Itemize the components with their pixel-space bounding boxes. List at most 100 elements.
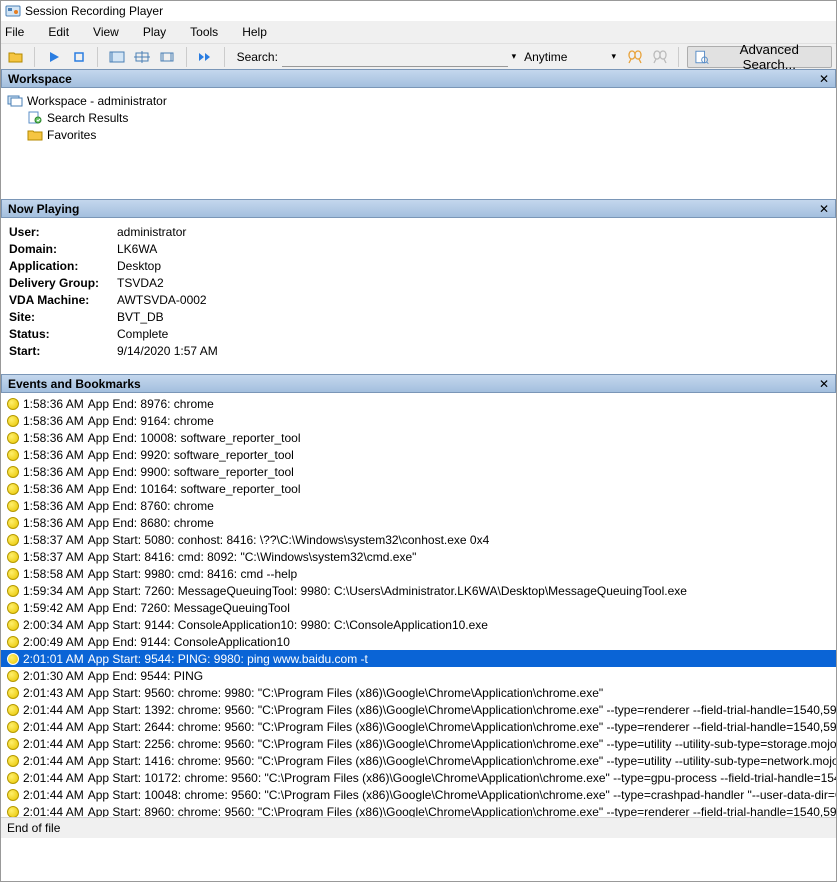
- event-row[interactable]: 1:58:58 AM App Start: 9980: cmd: 8416: c…: [1, 565, 836, 582]
- np-start-label: Start:: [9, 343, 117, 360]
- event-dot-icon: [7, 449, 19, 461]
- event-dot-icon: [7, 772, 19, 784]
- time-filter-dropdown[interactable]: Anytime ▾: [520, 50, 620, 64]
- titlebar: Session Recording Player: [1, 1, 836, 21]
- np-status-value: Complete: [117, 326, 168, 343]
- event-text: App Start: 1392: chrome: 9560: "C:\Progr…: [88, 703, 836, 717]
- event-text: App Start: 5080: conhost: 8416: \??\C:\W…: [88, 533, 490, 547]
- event-row[interactable]: 1:58:36 AM App End: 8680: chrome: [1, 514, 836, 531]
- advanced-search-button[interactable]: Advanced Search...: [687, 46, 832, 68]
- event-text: App End: 8760: chrome: [88, 499, 214, 513]
- event-row[interactable]: 2:01:01 AM App Start: 9544: PING: 9980: …: [1, 650, 836, 667]
- open-button[interactable]: [5, 46, 26, 68]
- play-button[interactable]: [43, 46, 64, 68]
- separator: [97, 47, 98, 67]
- app-icon: [5, 3, 21, 19]
- event-row[interactable]: 1:58:36 AM App End: 8976: chrome: [1, 395, 836, 412]
- event-dot-icon: [7, 517, 19, 529]
- np-application-value: Desktop: [117, 258, 161, 275]
- event-row[interactable]: 2:01:44 AM App Start: 2256: chrome: 9560…: [1, 735, 836, 752]
- event-text: App Start: 8960: chrome: 9560: "C:\Progr…: [88, 805, 836, 818]
- event-row[interactable]: 2:00:49 AM App End: 9144: ConsoleApplica…: [1, 633, 836, 650]
- np-application-label: Application:: [9, 258, 117, 275]
- event-dot-icon: [7, 687, 19, 699]
- event-text: App Start: 1416: chrome: 9560: "C:\Progr…: [88, 754, 836, 768]
- nowplaying-panel-header: Now Playing ✕: [1, 199, 836, 218]
- menu-tools[interactable]: Tools: [190, 25, 218, 39]
- events-list[interactable]: 1:58:36 AM App End: 8976: chrome1:58:36 …: [1, 393, 836, 817]
- event-row[interactable]: 2:01:43 AM App Start: 9560: chrome: 9980…: [1, 684, 836, 701]
- event-row[interactable]: 1:58:37 AM App Start: 8416: cmd: 8092: "…: [1, 548, 836, 565]
- event-row[interactable]: 2:01:44 AM App Start: 10172: chrome: 956…: [1, 769, 836, 786]
- window-title: Session Recording Player: [25, 4, 163, 18]
- event-dot-icon: [7, 534, 19, 546]
- event-row[interactable]: 1:58:36 AM App End: 9164: chrome: [1, 412, 836, 429]
- event-text: App End: 7260: MessageQueuingTool: [88, 601, 290, 615]
- event-row[interactable]: 1:58:36 AM App End: 9900: software_repor…: [1, 463, 836, 480]
- event-text: App End: 9164: chrome: [88, 414, 214, 428]
- event-row[interactable]: 2:01:44 AM App Start: 2644: chrome: 9560…: [1, 718, 836, 735]
- workspace-root-node[interactable]: Workspace - administrator: [7, 92, 830, 109]
- stop-button[interactable]: [68, 46, 89, 68]
- workspace-panel-header: Workspace ✕: [1, 69, 836, 88]
- event-text: App End: 8680: chrome: [88, 516, 214, 530]
- search-input[interactable]: [282, 47, 508, 67]
- event-row[interactable]: 1:58:36 AM App End: 10164: software_repo…: [1, 480, 836, 497]
- menubar: File Edit View Play Tools Help: [1, 21, 836, 43]
- close-icon[interactable]: ✕: [819, 202, 829, 216]
- toolbar: Search: ▾ Anytime ▾ Advanced Search...: [1, 43, 836, 69]
- event-row[interactable]: 1:58:36 AM App End: 8760: chrome: [1, 497, 836, 514]
- event-row[interactable]: 2:01:44 AM App Start: 1392: chrome: 9560…: [1, 701, 836, 718]
- event-text: App Start: 10172: chrome: 9560: "C:\Prog…: [88, 771, 836, 785]
- menu-edit[interactable]: Edit: [48, 25, 69, 39]
- event-row[interactable]: 2:00:34 AM App Start: 9144: ConsoleAppli…: [1, 616, 836, 633]
- event-text: App Start: 10048: chrome: 9560: "C:\Prog…: [88, 788, 836, 802]
- favorites-node[interactable]: Favorites: [7, 126, 830, 143]
- close-icon[interactable]: ✕: [819, 377, 829, 391]
- event-time: 1:58:37 AM: [23, 550, 84, 564]
- event-row[interactable]: 1:58:37 AM App Start: 5080: conhost: 841…: [1, 531, 836, 548]
- np-vda-machine-label: VDA Machine:: [9, 292, 117, 309]
- event-dot-icon: [7, 551, 19, 563]
- event-time: 2:01:44 AM: [23, 703, 84, 717]
- event-row[interactable]: 1:58:36 AM App End: 10008: software_repo…: [1, 429, 836, 446]
- workspace-tree: Workspace - administrator Search Results…: [1, 88, 836, 199]
- event-row[interactable]: 2:01:44 AM App Start: 8960: chrome: 9560…: [1, 803, 836, 817]
- event-row[interactable]: 2:01:30 AM App End: 9544: PING: [1, 667, 836, 684]
- event-text: App Start: 2644: chrome: 9560: "C:\Progr…: [88, 720, 836, 734]
- menu-view[interactable]: View: [93, 25, 119, 39]
- search-go-button-disabled: [649, 46, 670, 68]
- event-dot-icon: [7, 755, 19, 767]
- search-dropdown-icon[interactable]: ▾: [512, 51, 517, 62]
- event-row[interactable]: 1:58:36 AM App End: 9920: software_repor…: [1, 446, 836, 463]
- event-row[interactable]: 1:59:34 AM App Start: 7260: MessageQueui…: [1, 582, 836, 599]
- event-time: 2:00:34 AM: [23, 618, 84, 632]
- search-go-button[interactable]: [624, 46, 645, 68]
- event-text: App End: 8976: chrome: [88, 397, 214, 411]
- np-delivery-group-value: TSVDA2: [117, 275, 164, 292]
- chevron-down-icon: ▾: [611, 51, 616, 62]
- event-row[interactable]: 1:59:42 AM App End: 7260: MessageQueuing…: [1, 599, 836, 616]
- event-row[interactable]: 2:01:44 AM App Start: 10048: chrome: 956…: [1, 786, 836, 803]
- menu-file[interactable]: File: [5, 25, 24, 39]
- event-time: 1:58:36 AM: [23, 516, 84, 530]
- event-row[interactable]: 2:01:44 AM App Start: 1416: chrome: 9560…: [1, 752, 836, 769]
- event-dot-icon: [7, 483, 19, 495]
- event-dot-icon: [7, 619, 19, 631]
- event-text: App Start: 9560: chrome: 9980: "C:\Progr…: [88, 686, 603, 700]
- np-delivery-group-label: Delivery Group:: [9, 275, 117, 292]
- event-time: 1:58:36 AM: [23, 431, 84, 445]
- search-results-node[interactable]: Search Results: [7, 109, 830, 126]
- menu-help[interactable]: Help: [242, 25, 267, 39]
- event-dot-icon: [7, 789, 19, 801]
- tool-button-1[interactable]: [106, 46, 127, 68]
- close-icon[interactable]: ✕: [819, 72, 829, 86]
- advanced-search-label: Advanced Search...: [714, 42, 825, 72]
- tool-button-3[interactable]: [156, 46, 177, 68]
- menu-play[interactable]: Play: [143, 25, 166, 39]
- tool-button-2[interactable]: [131, 46, 152, 68]
- fast-forward-button[interactable]: [195, 46, 216, 68]
- event-time: 2:01:44 AM: [23, 720, 84, 734]
- event-dot-icon: [7, 466, 19, 478]
- favorites-label: Favorites: [47, 128, 96, 142]
